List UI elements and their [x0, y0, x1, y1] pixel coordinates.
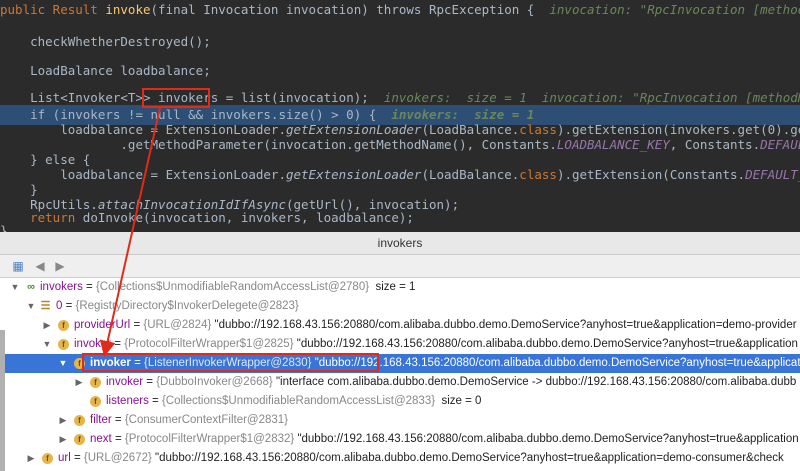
collapsed-toggle-icon[interactable]: ▶	[26, 449, 36, 468]
collapsed-toggle-icon[interactable]: ▶	[42, 316, 52, 335]
popup-title: invokers	[0, 232, 800, 255]
tree-row[interactable]: ▼ f invoker = {ProtocolFilterWrapper$1@2…	[0, 335, 800, 354]
expand-toggle-icon[interactable]: ▼	[26, 297, 36, 316]
tree-row[interactable]: ▼ ∞ invokers = {Collections$Unmodifiable…	[0, 278, 800, 297]
forward-icon[interactable]: ▶	[52, 258, 68, 274]
collapsed-toggle-icon[interactable]: ▶	[58, 430, 68, 449]
code-line: }	[0, 223, 8, 232]
tree-row[interactable]: ▶ f filter = {ConsumerContextFilter@2831…	[0, 411, 800, 430]
back-icon[interactable]: ◀	[32, 258, 48, 274]
code-editor[interactable]: public Result invoke(final Invocation in…	[0, 0, 800, 232]
field-icon: f	[74, 434, 85, 445]
left-edge-band	[0, 330, 5, 471]
collapsed-toggle-icon[interactable]: ▶	[58, 411, 68, 430]
tree-row[interactable]: f listeners = {Collections$UnmodifiableR…	[0, 392, 800, 411]
tree-row[interactable]: ▶ f invoker = {DubboInvoker@2668} "inter…	[0, 373, 800, 392]
field-icon: f	[58, 339, 69, 350]
code-line: checkWhetherDestroyed();	[0, 34, 211, 49]
code-line: public Result invoke(final Invocation in…	[0, 2, 800, 17]
field-icon: f	[74, 415, 85, 426]
annotation-box-dubbo-invoker	[82, 353, 379, 372]
variables-popup: invokers ▦ ◀ ▶ ▼ ∞ invokers = {Collectio…	[0, 232, 800, 471]
popup-toolbar: ▦ ◀ ▶	[0, 255, 800, 278]
tree-row[interactable]: ▶ f providerUrl = {URL@2824} "dubbo://19…	[0, 316, 800, 335]
variables-tree[interactable]: ▼ ∞ invokers = {Collections$Unmodifiable…	[0, 278, 800, 471]
expand-toggle-icon[interactable]: ▼	[58, 354, 68, 373]
field-icon: f	[42, 453, 53, 464]
field-icon: f	[90, 396, 101, 407]
list-element-icon: ☰	[40, 300, 51, 312]
collapsed-toggle-icon[interactable]: ▶	[74, 373, 84, 392]
tree-row[interactable]: ▶ f url = {URL@2672} "dubbo://192.168.43…	[0, 449, 800, 468]
field-icon: f	[58, 320, 69, 331]
tree-row[interactable]: ▼ ☰ 0 = {RegistryDirectory$InvokerDelege…	[0, 297, 800, 316]
code-line: LoadBalance loadbalance;	[0, 63, 211, 78]
annotation-box-invokers-code	[142, 88, 210, 108]
expand-toggle-icon[interactable]: ▼	[10, 278, 20, 297]
tree-row[interactable]: ▶ f next = {ProtocolFilterWrapper$1@2832…	[0, 430, 800, 449]
restore-layout-icon[interactable]: ▦	[10, 258, 26, 274]
field-icon: f	[90, 377, 101, 388]
expand-toggle-icon[interactable]: ▼	[42, 335, 52, 354]
watch-icon: ∞	[27, 281, 35, 293]
